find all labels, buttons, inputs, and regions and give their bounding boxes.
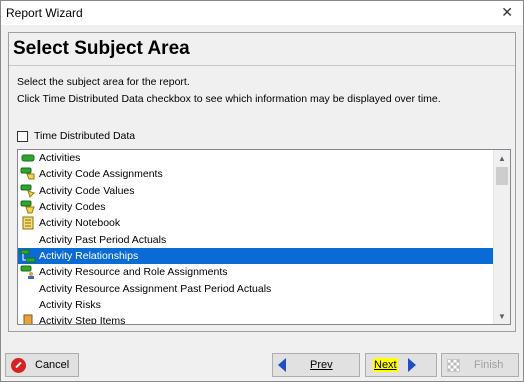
list-item-label: Activity Resource Assignment Past Period… [39,282,272,295]
step-items-icon [20,314,36,324]
list-item-label: Activity Code Assignments [39,168,163,181]
list-item-label: Activity Past Period Actuals [39,233,167,246]
list-item[interactable]: Activity Past Period Actuals [18,231,494,247]
cancel-label: Cancel [35,359,70,371]
finish-flag-icon [447,358,460,372]
page-title: Select Subject Area [13,38,190,59]
prev-label: Prev [310,359,333,371]
list-item[interactable]: Activity Notebook [18,215,494,231]
list-item-label: Activity Code Values [39,184,135,197]
list-item[interactable]: Activity Code Values [18,183,494,199]
scroll-up-icon[interactable]: ▲ [494,150,510,166]
activity-code-icon [20,200,36,214]
resource-assignment-icon [20,265,36,280]
list-item[interactable]: Activity Resource and Role Assignments [18,264,494,280]
relationship-icon [20,249,36,263]
list-item[interactable]: Activity Code Assignments [18,166,494,182]
list-item-label: Activity Step Items [39,315,126,325]
time-distributed-label: Time Distributed Data [34,130,136,142]
list-item[interactable]: Activity Step Items [18,313,494,325]
next-button[interactable]: Next [365,353,437,377]
scroll-thumb[interactable] [496,167,508,185]
list-item-label: Activity Risks [39,298,101,311]
description-line-2: Click Time Distributed Data checkbox to … [17,93,441,105]
cancel-button[interactable]: Cancel [5,353,79,377]
close-icon[interactable]: ✕ [501,4,513,20]
subject-area-items: Activities Activity Code Assignments Activ… [18,150,494,325]
time-distributed-checkbox-row[interactable]: Time Distributed Data [17,129,135,143]
notebook-icon [20,216,36,230]
subject-area-list[interactable]: Activities Activity Code Assignments Activ… [17,149,511,325]
cancel-icon [11,357,26,373]
subject-area-panel: Select Subject Area Select the subject a… [8,32,516,332]
list-scrollbar[interactable]: ▲ ▼ [493,150,510,324]
list-item-label: Activity Relationships [39,249,139,262]
activity-code-value-icon [20,184,36,198]
list-item[interactable]: Activity Codes [18,199,494,215]
list-item-label: Activity Codes [39,201,106,214]
list-item[interactable]: Activity Relationships [18,247,494,265]
arrow-left-icon [278,358,286,372]
arrow-right-icon [407,358,416,372]
title-bar: Report Wizard ✕ [1,1,523,25]
time-distributed-checkbox[interactable] [17,130,28,142]
scroll-down-icon[interactable]: ▼ [494,308,510,324]
prev-button[interactable]: Prev [272,353,360,377]
report-wizard-window: Report Wizard ✕ Select Subject Area Sele… [0,0,524,382]
list-item[interactable]: Activity Risks [18,297,494,313]
window-title: Report Wizard [6,6,83,20]
list-item-label: Activity Resource and Role Assignments [39,266,228,279]
list-item[interactable]: Activity Resource Assignment Past Period… [18,280,494,296]
list-item-label: Activities [39,152,81,165]
activity-bar-icon [20,151,36,165]
wizard-footer: Cancel Prev Next Finish [1,346,523,382]
list-item-label: Activity Notebook [39,217,121,230]
finish-label: Finish [474,359,504,371]
heading-divider [9,65,515,66]
activity-code-assignment-icon [20,167,36,181]
next-label: Next [373,358,398,372]
description-line-1: Select the subject area for the report. [17,76,190,88]
finish-button[interactable]: Finish [441,353,519,377]
list-item[interactable]: Activities [18,150,494,166]
